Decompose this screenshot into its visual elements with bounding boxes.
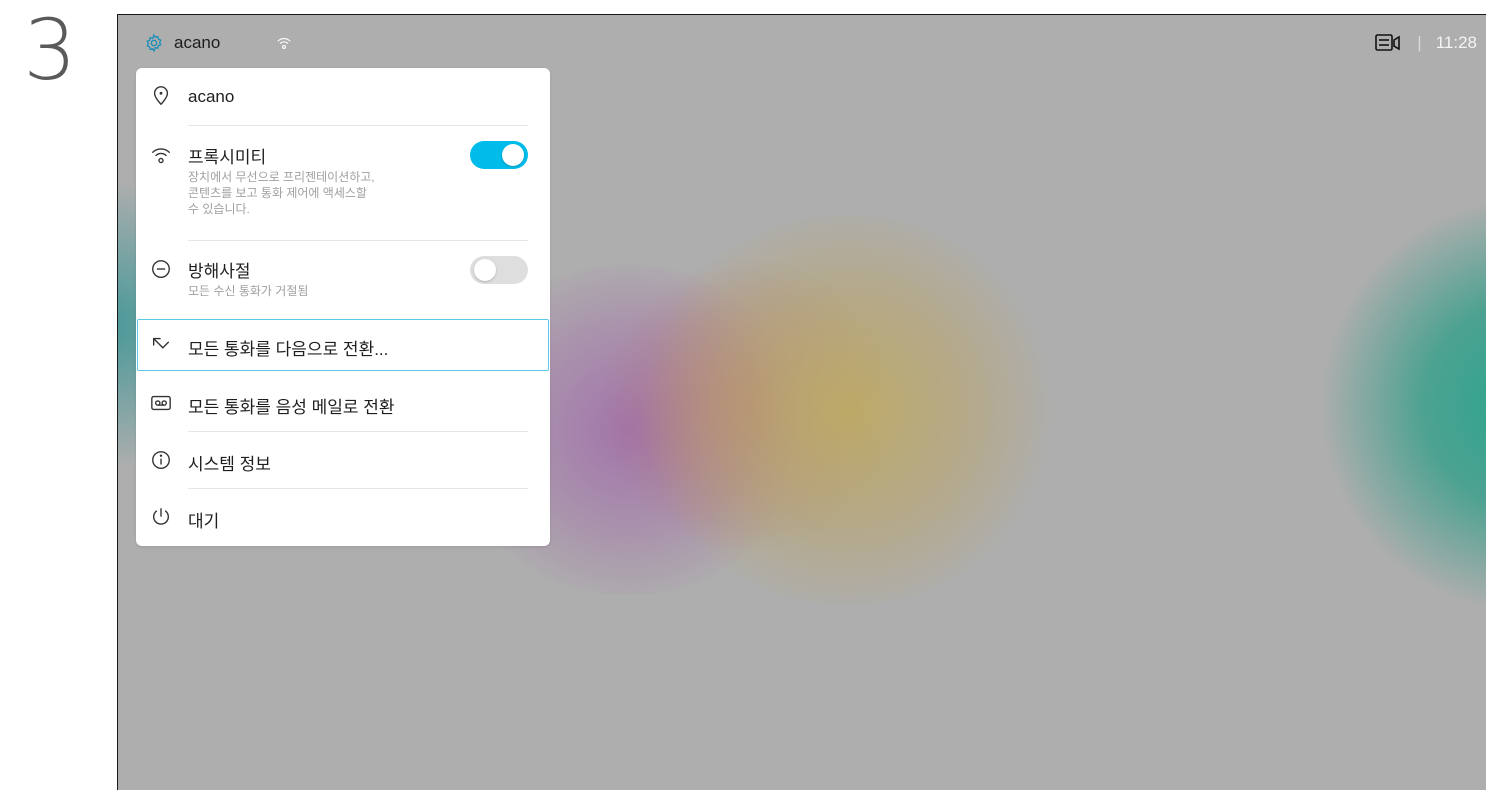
menu-item-location[interactable]: acano: [136, 68, 550, 124]
menu-item-label: 모든 통화를 음성 메일로 전환: [188, 398, 395, 417]
device-menu-trigger[interactable]: acano: [144, 33, 292, 53]
menu-item-proximity[interactable]: 프록시미티 장치에서 무선으로 프리젠테이션하고, 콘텐츠를 보고 통화 제어에…: [136, 126, 550, 240]
clock: 11:28: [1435, 33, 1477, 52]
video-layout-icon[interactable]: [1375, 33, 1401, 53]
gear-icon[interactable]: [144, 33, 164, 53]
device-name[interactable]: acano: [174, 33, 220, 53]
menu-item-voicemail[interactable]: 모든 통화를 음성 메일로 전환: [136, 375, 550, 431]
menu-item-label: 대기: [188, 512, 220, 531]
info-icon: [152, 451, 170, 469]
separator: |: [1417, 33, 1422, 52]
description-line: 수 있습니다.: [188, 202, 250, 216]
menu-item-label: acano: [188, 87, 235, 106]
menu-item-label: 프록시미티: [188, 148, 267, 167]
settings-menu: acano 프록시미티 장치에서 무선으로 프리젠테이션하고, 콘텐츠를 보고 …: [136, 68, 550, 546]
power-icon: [152, 508, 170, 525]
menu-item-label: 모든 통화를 다음으로 전환...: [188, 340, 389, 359]
background-blob: [638, 215, 1058, 605]
minus-circle-icon: [152, 260, 170, 278]
proximity-toggle[interactable]: [470, 141, 528, 169]
menu-item-system-info[interactable]: 시스템 정보: [136, 432, 550, 488]
menu-item-do-not-disturb[interactable]: 방해사절 모든 수신 통화가 거절됨: [136, 241, 550, 317]
step-number: 3: [23, 1, 77, 99]
toggle-knob: [474, 259, 496, 281]
menu-item-label: 시스템 정보: [188, 455, 271, 474]
forward-arrow-icon: [152, 337, 170, 349]
do-not-disturb-toggle[interactable]: [470, 256, 528, 284]
device-screen: acano | 11:28 acano 프록시미티 장치에서 무선으로 프리젠테…: [117, 14, 1486, 790]
wireless-icon: [277, 38, 291, 50]
background-blob: [1318, 195, 1486, 615]
menu-item-standby[interactable]: 대기: [136, 489, 550, 546]
menu-item-forward-all[interactable]: 모든 통화를 다음으로 전환...: [136, 319, 550, 371]
wireless-icon: [152, 148, 170, 164]
menu-item-description: 장치에서 무선으로 프리젠테이션하고, 콘텐츠를 보고 통화 제어에 액세스할 …: [188, 169, 448, 217]
location-pin-icon: [153, 86, 169, 106]
description-line: 장치에서 무선으로 프리젠테이션하고,: [188, 170, 375, 184]
menu-item-description: 모든 수신 통화가 거절됨: [188, 284, 309, 298]
menu-item-label: 방해사절: [188, 262, 251, 281]
voicemail-icon: [151, 395, 171, 411]
description-line: 콘텐츠를 보고 통화 제어에 액세스할: [188, 186, 367, 200]
status-bar: acano | 11:28: [118, 15, 1486, 71]
toggle-knob: [502, 144, 524, 166]
status-right: | 11:28: [1375, 33, 1477, 53]
